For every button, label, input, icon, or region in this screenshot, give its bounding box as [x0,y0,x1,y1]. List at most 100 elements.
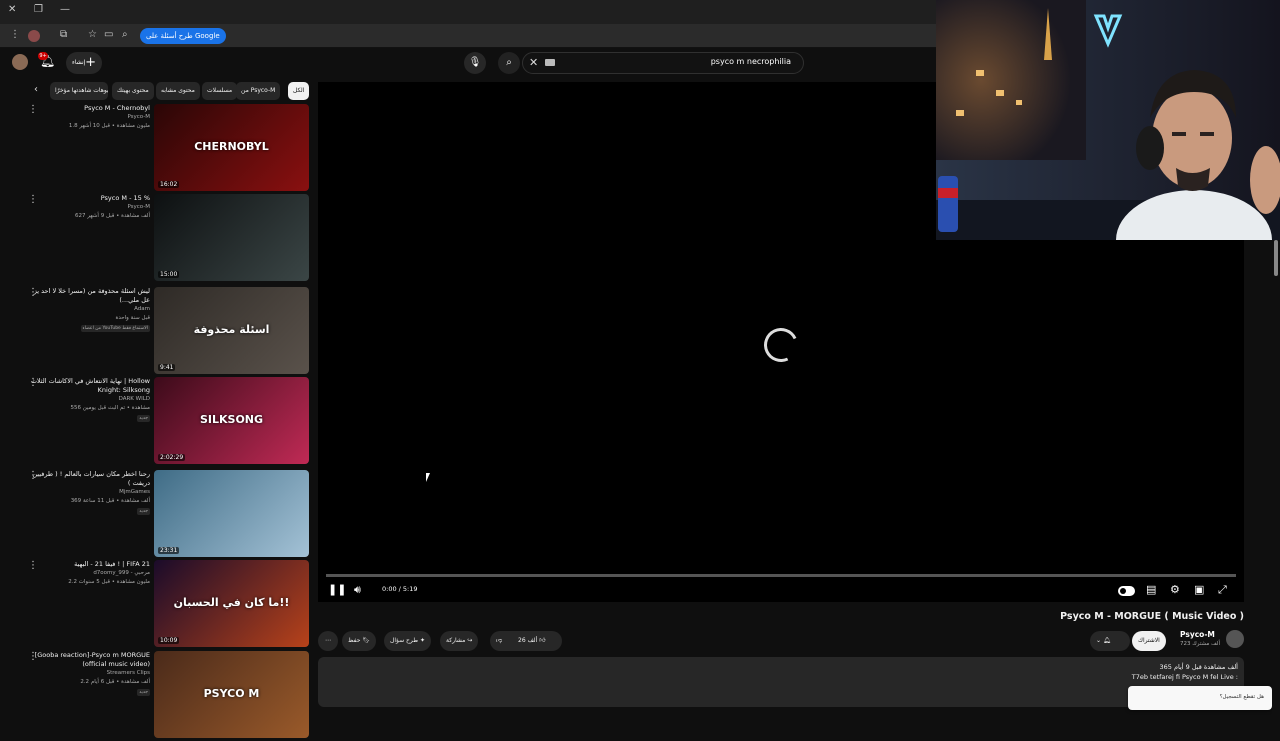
plus-icon: + [85,55,96,70]
chip-series[interactable]: مسلسلات [202,82,238,100]
video-thumbnail[interactable]: CHERNOBYL 16:02 [154,104,309,191]
channel-name[interactable]: Psyco-M [1180,630,1215,639]
related-video-item[interactable]: PSYCO M ⋮ [Gooba reaction]-Psyco m MORGUE … [0,651,312,741]
duration-badge: 16:02 [158,181,180,188]
restore-window-icon[interactable]: ❐ [34,4,43,15]
related-video-channel[interactable]: MjmGames [20,489,150,495]
related-video-item[interactable]: ما كان في الحسبان!! 10:09 ⋮ فيفا 21 - البهي… [0,560,312,650]
join-button[interactable]: الاشتراك [1132,631,1166,651]
related-video-channel[interactable]: Streamers Clips [20,670,150,676]
related-video-meta: 627 ألف مشاهدة • قبل 9 أشهر [74,213,150,219]
youtube-header: 🔔︎ 9+ إنشاء + 🎙︎ ⌕ ✕ psyco m necrophilia [0,48,936,80]
related-video-title: رحنا اخطر مكان سيارات بالعالم ! ( طرفيين… [32,470,150,487]
like-dislike-group: 👎︎ 26 ألف 👍︎ [490,631,562,651]
sparkle-icon: ✦ [419,637,425,644]
related-video-channel[interactable]: Psyco-M [20,114,150,120]
toast-notification[interactable]: هل تقطع التسجيل؟ [1128,686,1272,710]
video-thumbnail[interactable]: 23:31 [154,470,309,557]
duration-badge: 2:02:29 [158,454,186,461]
description-box[interactable]: 365 ألف مشاهدة قبل 9 أيام T7eb tetfarej … [318,657,1244,707]
duration-badge: 9:41 [158,364,176,371]
video-thumbnail[interactable]: 15:00 [154,194,309,281]
share-icon: ↪ [467,637,473,644]
chevron-down-icon: ⌄ [1096,637,1102,644]
video-thumbnail[interactable]: PSYCO M [154,651,309,738]
zoom-icon[interactable]: ⌕ [122,29,128,40]
related-video-title: نهاية الانتعاش في الاكاشات الثلاث | Holl… [30,377,150,394]
related-video-meta: 2.2 ألف مشاهدة • قبل 6 أيام [80,679,150,685]
search-input[interactable]: ✕ psyco m necrophilia [522,52,804,74]
scrollbar-thumb[interactable] [1274,240,1278,276]
volume-icon[interactable]: 🔊︎ [354,583,361,597]
related-video-meta: 369 ألف مشاهدة • قبل 11 ساعة [70,498,150,504]
share-button[interactable]: مشاركة ↪ [440,631,479,651]
minimize-window-icon[interactable]: — [60,4,70,15]
chip-for-you[interactable]: محتوى بهيتك [112,82,154,100]
video-thumbnail[interactable]: ما كان في الحسبان!! 10:09 [154,560,309,647]
duration-badge: 10:09 [158,637,180,644]
browser-menu-icon[interactable]: ⋮ [10,29,20,40]
miniplayer-icon[interactable]: ▣ [1194,583,1204,596]
thumbnail-caption: SILKSONG [199,413,264,426]
google-lens-pill[interactable]: طرح أسئلة على Google [140,28,226,44]
channel-avatar[interactable] [1226,630,1244,648]
autoplay-toggle[interactable] [1118,586,1135,596]
create-button[interactable]: إنشاء + [66,52,102,74]
browser-titlebar: ✕ ❐ — [0,0,936,24]
related-video-title: Psyco M - Chernobyl [84,104,150,112]
search-query: psyco m necrophilia [710,57,791,66]
related-video-channel[interactable]: Adam [20,306,150,312]
notifications-badge: 9+ [38,52,48,60]
chip-from-channel[interactable]: من Psyco-M [236,82,281,100]
new-badge: جديد [137,508,150,515]
related-video-item[interactable]: 15:00 ⋮ Psyco M - 15 % Psyco-M 627 ألف مشاهد… [0,194,312,284]
bell-icon: 🔔︎ [1102,637,1111,644]
chevron-left-icon[interactable]: ‹ [34,84,38,95]
close-window-icon[interactable]: ✕ [8,4,16,15]
related-video-item[interactable]: SILKSONG 2:02:29 ⋮ نهاية الانتعاش في الاكاش… [0,377,312,467]
voice-search-icon[interactable]: 🎙︎ [464,52,486,74]
profile-icon[interactable] [28,30,40,42]
reading-mode-icon[interactable]: ▭ [104,29,113,40]
time-display: 0:00 / 5:19 [382,585,418,593]
progress-bar[interactable] [326,574,1236,577]
related-video-item[interactable]: CHERNOBYL 16:02 ⋮ Psyco M - Chernobyl Psyco-… [0,104,312,194]
pause-icon[interactable]: ❚❚ [328,583,346,596]
related-video-meta: قبل سنة واحدة [115,315,150,321]
chip-all[interactable]: الكل [288,82,310,100]
video-thumbnail[interactable]: اسئلة محذوفة 9:41 [154,287,309,374]
bookmark-star-icon[interactable]: ☆ [88,29,97,40]
filter-chips: ‹ الكل من Psyco-M مسلسلات محتوى مشابه مح… [30,82,312,100]
subscribe-menu[interactable]: ⌄ 🔔︎ [1090,631,1130,651]
keyboard-icon[interactable] [545,59,555,66]
related-video-channel[interactable]: d7oomy_999 - مرحبي [20,570,150,576]
save-button[interactable]: حفظ 🔖︎ [342,631,376,651]
related-video-item[interactable]: 23:31 ⋮ رحنا اخطر مكان سيارات بالعالم ! ( … [0,470,312,560]
related-video-channel[interactable]: DARK WILD [20,396,150,402]
like-icon[interactable]: 👍︎ [539,637,545,644]
new-badge: جديد [137,689,150,696]
dislike-icon[interactable]: 👎︎ [496,637,502,644]
account-avatar[interactable] [12,54,28,70]
page-scrollbar[interactable] [1272,240,1280,720]
video-thumbnail[interactable]: SILKSONG 2:02:29 [154,377,309,464]
ask-button[interactable]: طرح سؤال ✦ [384,631,431,651]
video-title: Psyco M - MORGUE ( Music Video ) [1060,611,1244,622]
search-icon[interactable]: ⌕ [498,52,520,74]
more-actions-icon[interactable]: ⋯ [318,631,338,651]
fullscreen-icon[interactable]: ⤢ [1218,583,1227,597]
related-video-channel[interactable]: Psyco-M [20,204,150,210]
related-video-item[interactable]: اسئلة محذوفة 9:41 ⋮ ليش اسئلة محذوفة من (مس… [0,287,312,377]
webcam-overlay [936,0,1280,240]
new-badge: من اعضاء YouTube الاستماع فقط [80,325,150,332]
ask-label: طرح سؤال [390,637,419,644]
chip-recently-watched[interactable]: فيديوهات شاهدتها مؤخرًا [50,82,108,100]
subtitles-icon[interactable]: ▤ [1146,583,1156,596]
webcam-image [936,0,1280,240]
extensions-icon[interactable]: ⧉ [60,29,67,40]
settings-gear-icon[interactable]: ⚙ [1170,583,1180,596]
chip-similar[interactable]: محتوى مشابه [156,82,200,100]
related-video-title: Psyco M - 15 % [100,194,150,202]
save-label: حفظ [348,637,361,644]
clear-search-icon[interactable]: ✕ [529,56,538,69]
